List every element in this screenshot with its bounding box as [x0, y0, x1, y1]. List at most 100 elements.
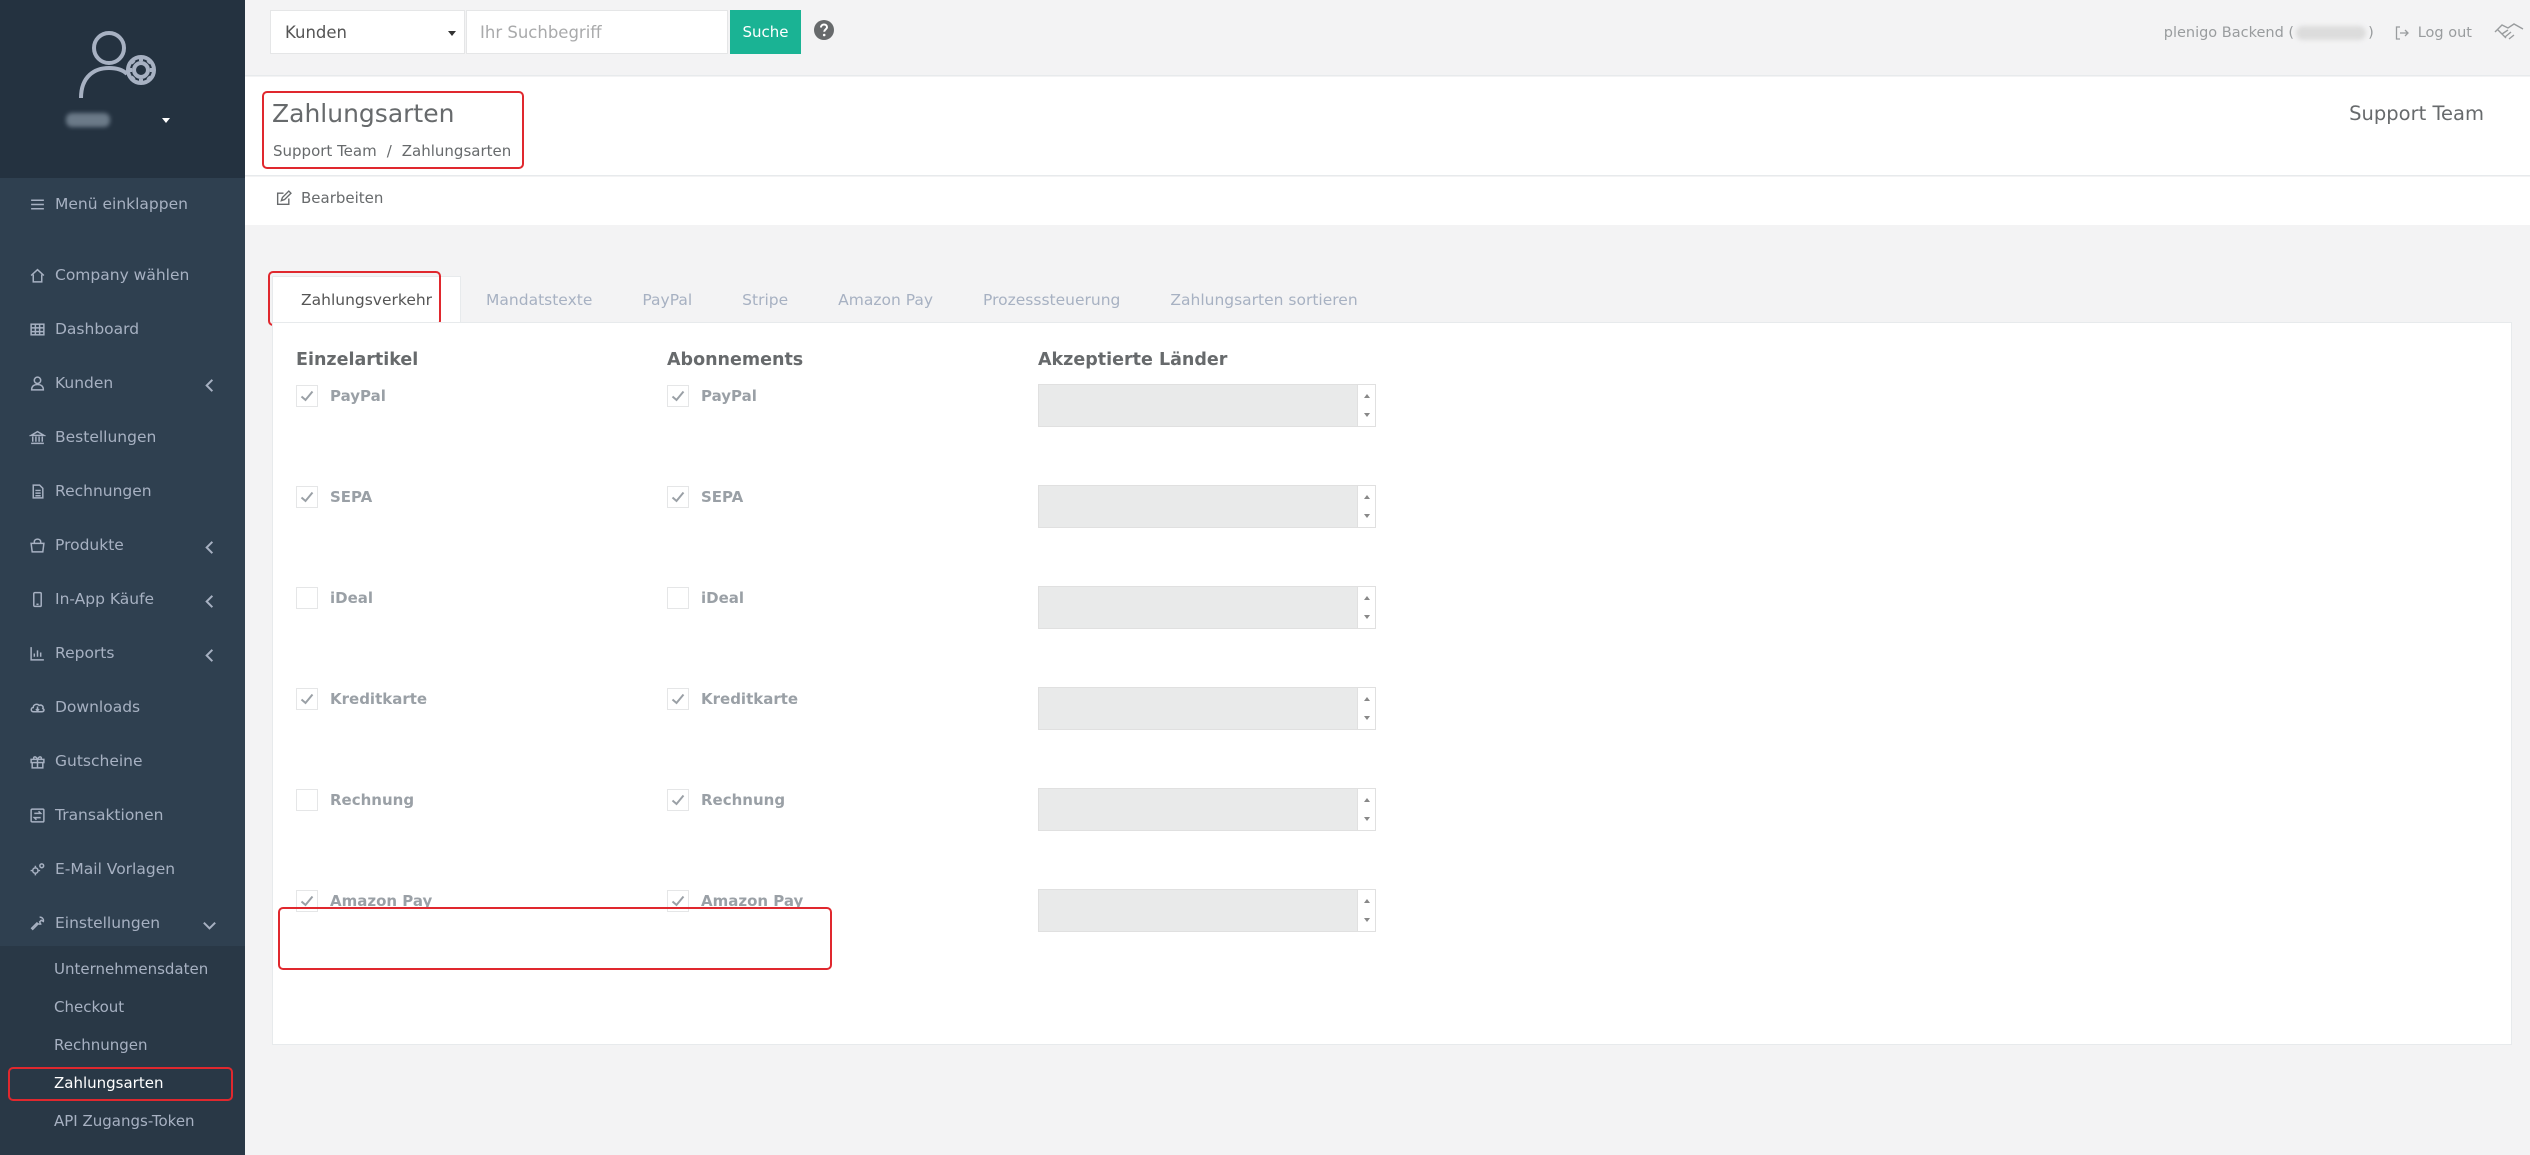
sidebar-item-rechnungen[interactable]: Rechnungen: [0, 464, 245, 518]
edit-button[interactable]: Bearbeiten: [275, 189, 383, 207]
spinner-icon[interactable]: [1357, 486, 1375, 527]
sidebar-item-gutscheine[interactable]: Gutscheine: [0, 734, 245, 788]
column-header-single: Einzelartikel: [296, 350, 419, 370]
checkbox-subscription-amazon-pay[interactable]: [667, 890, 689, 912]
checkbox-single-rechnung[interactable]: [296, 789, 318, 811]
profile-name-blurred[interactable]: [66, 113, 110, 127]
wrench-icon: [30, 915, 45, 930]
sidebar-item-label: Gutscheine: [55, 752, 143, 770]
tab-bar: Zahlungsverkehr Mandatstexte PayPal Stri…: [272, 276, 1383, 323]
checkbox-single-kreditkarte[interactable]: [296, 688, 318, 710]
search-button[interactable]: Suche: [730, 10, 801, 54]
countries-select-amazon-pay[interactable]: [1038, 889, 1376, 932]
checkbox-row-single-amazon-pay: Amazon Pay: [296, 890, 432, 912]
edit-icon: [276, 189, 292, 205]
logout-label: Log out: [2417, 25, 2472, 41]
checkbox-single-sepa[interactable]: [296, 486, 318, 508]
tab-zahlungsverkehr[interactable]: Zahlungsverkehr: [272, 276, 462, 323]
gift-icon: [30, 755, 45, 769]
topbar-right: plenigo Backend ( ) Log out: [2164, 22, 2530, 44]
tab-amazon-pay[interactable]: Amazon Pay: [813, 276, 958, 323]
bank-icon: [29, 430, 46, 444]
tab-zahlungsarten-sortieren[interactable]: Zahlungsarten sortieren: [1145, 276, 1382, 323]
checkbox-row-single-ideal: iDeal: [296, 587, 373, 609]
countries-select-kreditkarte[interactable]: [1038, 687, 1376, 730]
checkbox-label: PayPal: [701, 387, 757, 405]
handshake-icon: [2494, 20, 2524, 46]
tab-prozesssteuerung[interactable]: Prozesssteuerung: [958, 276, 1145, 323]
countries-select-ideal[interactable]: [1038, 586, 1376, 629]
chevron-left-icon: [205, 379, 214, 392]
page-title: Zahlungsarten: [272, 99, 455, 128]
hamburger-icon: [31, 198, 44, 210]
countries-select-paypal[interactable]: [1038, 384, 1376, 427]
sidebar-item-produkte[interactable]: Produkte: [0, 518, 245, 572]
settings-panel: Einzelartikel Abonnements Akzeptierte Lä…: [272, 322, 2512, 1045]
logout-link[interactable]: Log out: [2394, 25, 2472, 41]
sidebar-subitem-api-token[interactable]: API Zugangs-Token: [0, 1102, 245, 1139]
sidebar-item-label: Transaktionen: [55, 806, 164, 824]
shopping-bag-icon: [30, 537, 45, 553]
checkbox-subscription-sepa[interactable]: [667, 486, 689, 508]
countries-select-rechnung[interactable]: [1038, 788, 1376, 831]
search-scope-select[interactable]: Kunden: [270, 10, 465, 54]
sidebar-item-dashboard[interactable]: Dashboard: [0, 302, 245, 356]
column-header-countries: Akzeptierte Länder: [1038, 350, 1228, 370]
checkbox-label: PayPal: [330, 387, 386, 405]
page-heading: Zahlungsarten Support Team / Zahlungsart…: [245, 77, 2530, 176]
checkbox-single-ideal[interactable]: [296, 587, 318, 609]
sidebar-item-email-vorlagen[interactable]: E-Mail Vorlagen: [0, 842, 245, 896]
sidebar-subitem-checkout[interactable]: Checkout: [0, 988, 245, 1025]
caret-down-icon: [448, 31, 456, 36]
checkbox-row-subscription-paypal: PayPal: [667, 385, 757, 407]
spinner-icon[interactable]: [1357, 789, 1375, 830]
checkbox-single-paypal[interactable]: [296, 385, 318, 407]
sidebar-item-einstellungen[interactable]: Einstellungen: [0, 896, 245, 950]
checkbox-label: Kreditkarte: [701, 690, 799, 708]
chevron-left-icon: [205, 649, 214, 662]
spinner-icon[interactable]: [1357, 587, 1375, 628]
sidebar-item-downloads[interactable]: Downloads: [0, 680, 245, 734]
sidebar-subitem-rechnungen[interactable]: Rechnungen: [0, 1026, 245, 1063]
checkbox-row-subscription-rechnung: Rechnung: [667, 789, 785, 811]
spinner-icon[interactable]: [1357, 385, 1375, 426]
checkbox-row-single-sepa: SEPA: [296, 486, 372, 508]
sidebar-collapse[interactable]: Menü einklappen: [0, 177, 245, 231]
sidebar-item-label: E-Mail Vorlagen: [55, 860, 176, 878]
breadcrumb-item-zahlungsarten: Zahlungsarten: [401, 142, 512, 160]
sidebar-item-reports[interactable]: Reports: [0, 626, 245, 680]
sidebar-collapse-label: Menü einklappen: [55, 195, 188, 213]
profile-caret-icon[interactable]: [162, 118, 170, 123]
backend-label-close: ): [2368, 25, 2374, 41]
profile-area: [0, 0, 245, 178]
tab-stripe[interactable]: Stripe: [717, 276, 813, 323]
sidebar-subitem-zahlungsarten[interactable]: Zahlungsarten: [0, 1064, 245, 1101]
countries-select-sepa[interactable]: [1038, 485, 1376, 528]
sidebar-item-kunden[interactable]: Kunden: [0, 356, 245, 410]
tab-paypal[interactable]: PayPal: [617, 276, 717, 323]
breadcrumb-item-support-team[interactable]: Support Team: [273, 142, 377, 160]
checkbox-subscription-ideal[interactable]: [667, 587, 689, 609]
search-input[interactable]: [466, 10, 728, 54]
sidebar-item-transaktionen[interactable]: Transaktionen: [0, 788, 245, 842]
sidebar-subitem-unternehmensdaten[interactable]: Unternehmensdaten: [0, 950, 245, 987]
spinner-icon[interactable]: [1357, 890, 1375, 931]
checkbox-row-subscription-ideal: iDeal: [667, 587, 744, 609]
spinner-icon[interactable]: [1357, 688, 1375, 729]
breadcrumb: Support Team / Zahlungsarten: [273, 142, 511, 160]
question-circle-icon[interactable]: [813, 19, 835, 45]
table-icon: [30, 322, 45, 336]
sidebar-item-in-app[interactable]: In-App Käufe: [0, 572, 245, 626]
chevron-down-icon: [203, 921, 216, 930]
sidebar-item-company[interactable]: Company wählen: [0, 248, 245, 302]
checkbox-single-amazon-pay[interactable]: [296, 890, 318, 912]
tab-mandatstexte[interactable]: Mandatstexte: [461, 276, 617, 323]
checkbox-subscription-paypal[interactable]: [667, 385, 689, 407]
search-scope-value: Kunden: [285, 22, 347, 42]
sidebar-item-bestellungen[interactable]: Bestellungen: [0, 410, 245, 464]
sign-out-icon: [2395, 26, 2409, 40]
checkbox-subscription-kreditkarte[interactable]: [667, 688, 689, 710]
sidebar-item-label: Reports: [55, 644, 115, 662]
checkbox-label: SEPA: [701, 488, 744, 506]
checkbox-subscription-rechnung[interactable]: [667, 789, 689, 811]
